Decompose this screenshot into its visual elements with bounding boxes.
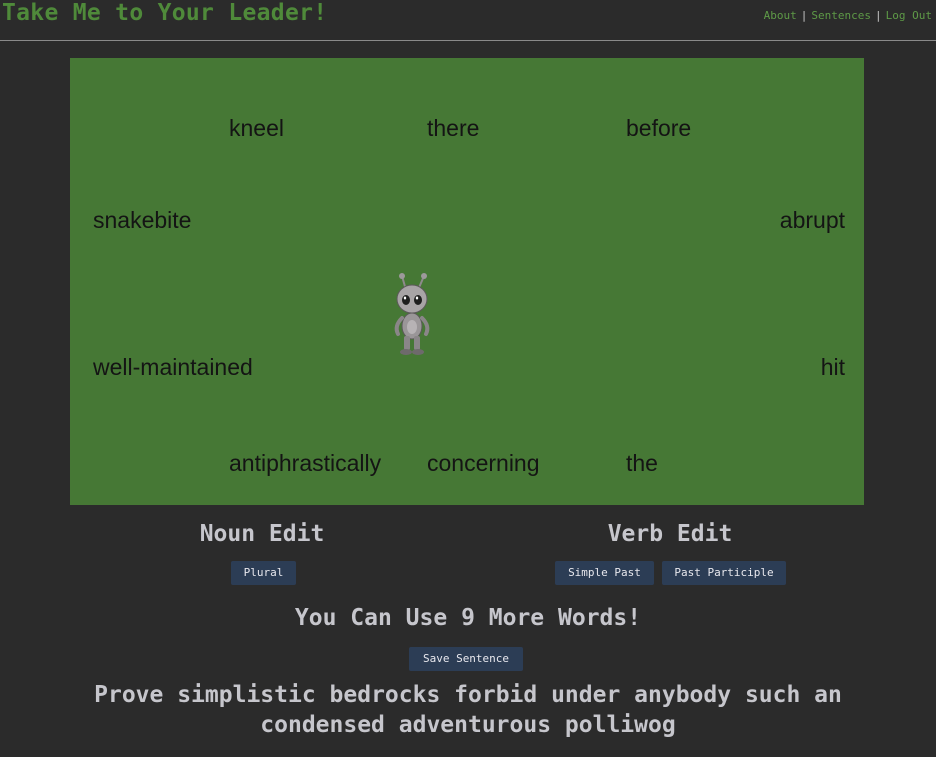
word-tile[interactable]: the	[626, 450, 658, 477]
plural-button[interactable]: Plural	[231, 561, 296, 585]
simple-past-button[interactable]: Simple Past	[555, 561, 654, 585]
nav-sentences-link[interactable]: Sentences	[811, 9, 871, 22]
game-board[interactable]: kneel there before snakebite abrupt well…	[70, 58, 864, 505]
verb-edit-title: Verb Edit	[607, 521, 733, 547]
word-tile[interactable]: abrupt	[780, 207, 845, 234]
word-tile[interactable]: hit	[821, 354, 845, 381]
nav-logout-link[interactable]: Log Out	[886, 9, 932, 22]
word-tile[interactable]: snakebite	[93, 207, 191, 234]
word-tile[interactable]: antiphrastically	[229, 450, 381, 477]
site-title: Take Me to Your Leader!	[2, 0, 328, 26]
sentence-line: Prove simplistic bedrocks forbid under a…	[94, 682, 842, 708]
save-sentence-button[interactable]: Save Sentence	[409, 647, 523, 671]
sentence-line: condensed adventurous polliwog	[260, 712, 676, 738]
word-tile[interactable]: concerning	[427, 450, 540, 477]
word-tile[interactable]: before	[626, 115, 691, 142]
nav-separator: |	[800, 9, 808, 22]
word-tile[interactable]: well-maintained	[93, 354, 253, 381]
nav-separator: |	[875, 9, 882, 22]
word-tile[interactable]: kneel	[229, 115, 284, 142]
words-remaining-text: You Can Use 9 More Words!	[294, 605, 642, 631]
noun-edit-title: Noun Edit	[199, 521, 325, 547]
nav-about-link[interactable]: About	[764, 9, 797, 22]
current-sentence: Prove simplistic bedrocks forbid under a…	[0, 680, 936, 740]
nav-links: About | Sentences | Log Out	[764, 9, 932, 22]
past-participle-button[interactable]: Past Participle	[662, 561, 786, 585]
word-tile[interactable]: there	[427, 115, 479, 142]
header-bar: Take Me to Your Leader! About | Sentences |…	[0, 0, 936, 41]
alien-character-icon[interactable]	[388, 272, 436, 356]
